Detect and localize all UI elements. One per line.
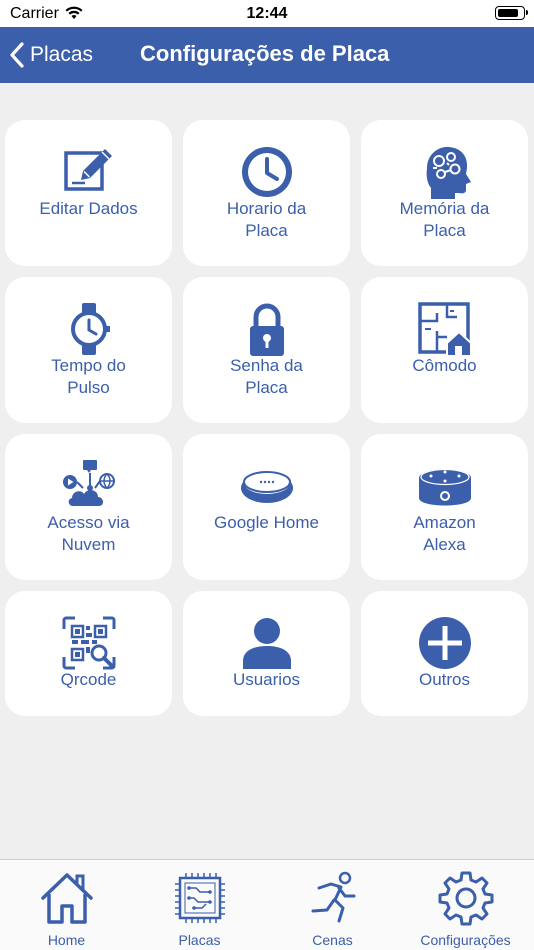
tile-label: Qrcode [60, 670, 117, 689]
tab-placas[interactable]: Placas [133, 860, 266, 950]
status-bar: Carrier 12:44 [0, 0, 534, 27]
smart-speaker-icon [183, 458, 350, 514]
gear-icon [399, 870, 532, 926]
tile-editar-dados[interactable]: Editar Dados [5, 120, 172, 266]
tile-tempo-pulso[interactable]: Tempo do Pulso [5, 277, 172, 423]
tile-label: Acesso via Nuvem [47, 513, 130, 554]
plus-circle-icon [361, 615, 528, 671]
echo-dot-icon [361, 458, 528, 514]
tile-label: Amazon Alexa [413, 513, 476, 554]
tile-amazon-alexa[interactable]: Amazon Alexa [361, 434, 528, 580]
chevron-left-icon [10, 42, 24, 68]
tile-label: Horario da Placa [226, 199, 307, 240]
tab-label: Placas [178, 932, 221, 948]
tile-comodo[interactable]: Cômodo [361, 277, 528, 423]
tile-outros[interactable]: Outros [361, 591, 528, 716]
tile-label: Outros [418, 670, 471, 689]
tile-label: Google Home [214, 513, 319, 532]
cloud-network-icon [5, 458, 172, 514]
tile-horario-placa[interactable]: Horario da Placa [183, 120, 350, 266]
tile-qrcode[interactable]: Qrcode [5, 591, 172, 716]
battery-icon [495, 6, 528, 20]
tab-bar: Home Placas Cenas Configurações [0, 859, 534, 950]
tile-memoria-placa[interactable]: Memória da Placa [361, 120, 528, 266]
clock-icon [183, 144, 350, 200]
brain-head-icon [361, 144, 528, 200]
tile-label: Cômodo [412, 356, 477, 375]
padlock-icon [183, 301, 350, 357]
user-icon [183, 615, 350, 671]
tile-label: Usuarios [232, 670, 301, 689]
navigation-bar: Placas Configurações de Placa [0, 27, 534, 83]
tile-acesso-nuvem[interactable]: Acesso via Nuvem [5, 434, 172, 580]
edit-icon [5, 144, 172, 200]
page-title: Configurações de Placa [140, 41, 390, 66]
tile-label: Tempo do Pulso [51, 356, 126, 397]
circuit-board-icon [133, 870, 266, 926]
tab-label: Cenas [312, 932, 353, 948]
tab-label: Home [47, 932, 86, 948]
tile-google-home[interactable]: Google Home [183, 434, 350, 580]
clock-time: 12:44 [246, 5, 288, 22]
qrcode-scan-icon [5, 615, 172, 671]
back-button[interactable]: Placas [10, 39, 93, 71]
tile-senha-placa[interactable]: Senha da Placa [183, 277, 350, 423]
floor-plan-icon [361, 301, 528, 357]
tile-label: Senha da Placa [230, 356, 303, 397]
tile-label: Editar Dados [39, 199, 138, 218]
tab-label: Configurações [420, 932, 511, 948]
house-icon [0, 870, 133, 926]
wristwatch-icon [5, 301, 172, 357]
tile-usuarios[interactable]: Usuarios [183, 591, 350, 716]
tab-configuracoes[interactable]: Configurações [399, 860, 532, 950]
tile-label: Memória da Placa [399, 199, 490, 240]
back-label: Placas [30, 43, 94, 66]
running-person-icon [266, 870, 399, 926]
tab-cenas[interactable]: Cenas [266, 860, 399, 950]
settings-grid: Editar Dados Horario da Placa Memória da… [5, 120, 529, 716]
tab-home[interactable]: Home [0, 860, 133, 950]
